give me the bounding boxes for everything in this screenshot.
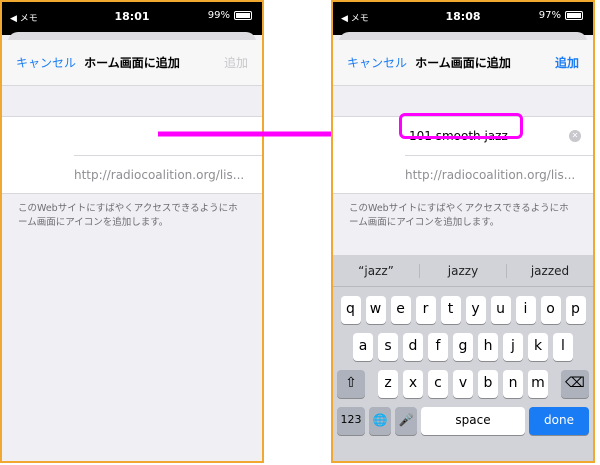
- name-field[interactable]: 101 smooth jazz ✕: [333, 113, 593, 155]
- clear-text-icon[interactable]: ✕: [569, 130, 581, 142]
- highlight-box: [399, 113, 523, 139]
- key-q[interactable]: q: [340, 296, 361, 324]
- key-row-3: ⇧ zxcvbnm ⌫: [333, 370, 593, 398]
- delete-key[interactable]: ⌫: [561, 370, 589, 398]
- done-key[interactable]: done: [529, 407, 589, 435]
- description-note: このWebサイトにすばやくアクセスできるようにホーム画面にアイコンを追加します。: [349, 203, 569, 228]
- url-text: http://radiocoalition.org/lis...: [405, 167, 576, 182]
- battery-percent: 99%: [207, 10, 230, 21]
- key-i[interactable]: i: [515, 296, 536, 324]
- key-w[interactable]: w: [365, 296, 386, 324]
- key-row-bottom: 123 🌐 🎤 space done: [333, 407, 593, 435]
- key-r[interactable]: r: [415, 296, 436, 324]
- key-k[interactable]: k: [528, 333, 548, 361]
- battery-percent: 97%: [538, 10, 561, 21]
- key-a[interactable]: a: [353, 333, 373, 361]
- status-bar: ◀ メモ 18:08 97%: [333, 2, 593, 35]
- suggestion-item[interactable]: jazzed: [506, 263, 593, 278]
- url-text: http://radiocoalition.org/lis...: [74, 167, 245, 182]
- globe-icon[interactable]: 🌐: [369, 407, 391, 435]
- battery-icon: [565, 11, 583, 20]
- numbers-key[interactable]: 123: [337, 407, 365, 435]
- suggestion-item[interactable]: jazzy: [419, 263, 506, 278]
- add-button[interactable]: 追加: [224, 54, 248, 71]
- key-j[interactable]: j: [503, 333, 523, 361]
- status-bar: ◀ メモ 18:01 99%: [2, 2, 262, 35]
- key-c[interactable]: c: [428, 370, 448, 398]
- key-s[interactable]: s: [378, 333, 398, 361]
- url-row: http://radiocoalition.org/lis...: [74, 155, 262, 193]
- key-x[interactable]: x: [403, 370, 423, 398]
- key-g[interactable]: g: [453, 333, 473, 361]
- key-u[interactable]: u: [490, 296, 511, 324]
- key-d[interactable]: d: [403, 333, 423, 361]
- battery-icon: [234, 11, 252, 20]
- key-f[interactable]: f: [428, 333, 448, 361]
- key-h[interactable]: h: [478, 333, 498, 361]
- key-y[interactable]: y: [465, 296, 486, 324]
- suggestion-bar: “jazz” jazzy jazzed: [333, 255, 593, 287]
- url-row: http://radiocoalition.org/lis...: [405, 155, 593, 193]
- description-note: このWebサイトにすばやくアクセスできるようにホーム画面にアイコンを追加します。: [18, 203, 238, 228]
- key-row-2: asdfghjkl: [333, 333, 593, 361]
- key-z[interactable]: z: [378, 370, 398, 398]
- nav-bar: キャンセル ホーム画面に追加 追加: [333, 40, 593, 86]
- key-n[interactable]: n: [503, 370, 523, 398]
- add-button[interactable]: 追加: [555, 54, 579, 71]
- key-o[interactable]: o: [540, 296, 561, 324]
- phone-before: ◀ メモ 18:01 99% キャンセル ホーム画面に追加 追加 http://…: [0, 0, 264, 463]
- keyboard: “jazz” jazzy jazzed qwertyuiop asdfghjkl…: [333, 255, 593, 461]
- key-l[interactable]: l: [553, 333, 573, 361]
- name-input[interactable]: [74, 134, 82, 138]
- key-m[interactable]: m: [528, 370, 548, 398]
- suggestion-item[interactable]: “jazz”: [333, 264, 419, 278]
- space-key[interactable]: space: [421, 407, 525, 435]
- key-e[interactable]: e: [390, 296, 411, 324]
- key-t[interactable]: t: [440, 296, 461, 324]
- key-b[interactable]: b: [478, 370, 498, 398]
- microphone-icon[interactable]: 🎤: [395, 407, 417, 435]
- shift-key[interactable]: ⇧: [337, 370, 365, 398]
- form: 101 smooth jazz ✕ http://radiocoalition.…: [333, 113, 593, 194]
- key-p[interactable]: p: [565, 296, 586, 324]
- nav-bar: キャンセル ホーム画面に追加 追加: [2, 40, 262, 86]
- key-v[interactable]: v: [453, 370, 473, 398]
- key-row-1: qwertyuiop: [333, 296, 593, 324]
- phone-after: ◀ メモ 18:08 97% キャンセル ホーム画面に追加 追加 101 smo…: [331, 0, 595, 463]
- add-to-home-sheet: キャンセル ホーム画面に追加 追加 http://radiocoalition.…: [2, 40, 262, 461]
